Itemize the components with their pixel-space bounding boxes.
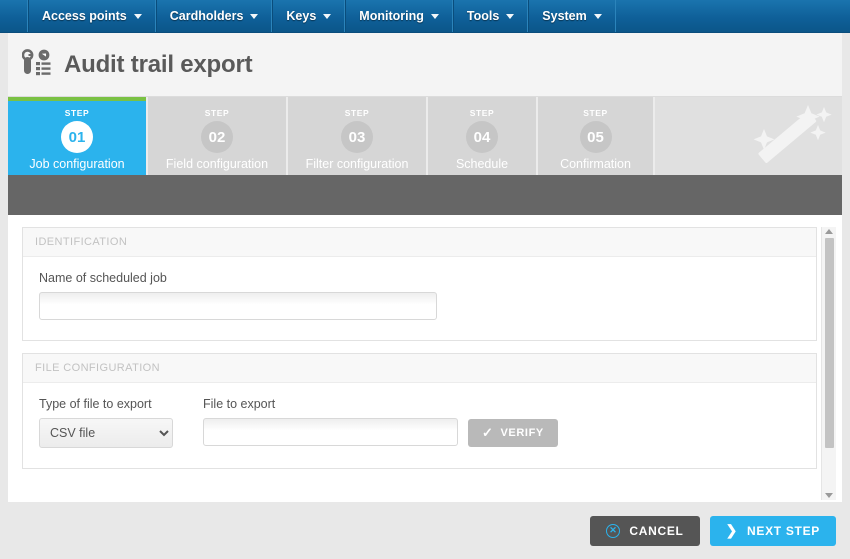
nav-item-label: Tools — [466, 9, 500, 23]
circle-x-icon: ✕ — [606, 523, 621, 538]
file-configuration-panel: FILE CONFIGURATION Type of file to expor… — [22, 353, 817, 469]
job-name-input[interactable] — [39, 292, 437, 320]
form-panels: IDENTIFICATION Name of scheduled job FIL… — [22, 227, 817, 512]
file-to-export-input[interactable] — [203, 418, 458, 446]
identification-panel-title: IDENTIFICATION — [23, 228, 816, 257]
check-icon: ✓ — [482, 425, 494, 440]
verify-button[interactable]: ✓ VERIFY — [468, 419, 558, 447]
file-configuration-row: Type of file to export CSV file File to … — [39, 397, 800, 448]
file-input-row: ✓ VERIFY — [203, 418, 558, 447]
file-type-select[interactable]: CSV file — [39, 418, 173, 448]
next-step-button-label: NEXT STEP — [747, 523, 820, 538]
wizard-step-05[interactable]: STEP 05 Confirmation — [538, 97, 655, 175]
content-scrollbar[interactable] — [821, 227, 836, 500]
nav-item-access-points[interactable]: Access points — [28, 0, 156, 32]
step-kicker: STEP — [204, 108, 230, 118]
step-number: 02 — [201, 121, 233, 153]
nav-item-system[interactable]: System — [528, 0, 616, 32]
step-number: 04 — [466, 121, 498, 153]
main-navigation-bar: Access points Cardholders Keys Monitorin… — [0, 0, 850, 33]
magic-wand-icon — [753, 105, 832, 163]
step-number: 01 — [61, 121, 93, 153]
step-kicker: STEP — [469, 108, 495, 118]
secondary-toolbar — [8, 175, 842, 215]
file-to-export-group: File to export ✓ VERIFY — [203, 397, 558, 447]
identification-panel-body: Name of scheduled job — [23, 257, 816, 340]
nav-item-tools[interactable]: Tools — [452, 0, 529, 32]
key-list-export-icon — [22, 48, 51, 75]
step-kicker: STEP — [64, 108, 90, 118]
wizard-step-04[interactable]: STEP 04 Schedule — [428, 97, 538, 175]
identification-panel: IDENTIFICATION Name of scheduled job — [22, 227, 817, 341]
step-label: Confirmation — [560, 157, 631, 171]
file-type-group: Type of file to export CSV file — [39, 397, 173, 448]
wizard-step-02[interactable]: STEP 02 Field configuration — [148, 97, 288, 175]
next-step-button[interactable]: ❯ NEXT STEP — [709, 515, 836, 546]
nav-item-cardholders[interactable]: Cardholders — [155, 0, 273, 32]
nav-item-keys[interactable]: Keys — [272, 0, 346, 32]
step-number: 03 — [341, 121, 373, 153]
chevron-down-icon — [506, 13, 515, 19]
nav-item-label: Access points — [42, 9, 127, 23]
footer-actions: ✕ CANCEL ❯ NEXT STEP — [0, 502, 850, 559]
step-label: Job configuration — [29, 157, 125, 171]
scrollbar-thumb[interactable] — [824, 238, 834, 448]
chevron-down-icon — [593, 13, 602, 19]
chevron-down-icon — [430, 13, 439, 19]
step-kicker: STEP — [583, 108, 608, 118]
wizard-decoration-area — [655, 97, 842, 175]
nav-item-monitoring[interactable]: Monitoring — [345, 0, 453, 32]
page-title: Audit trail export — [64, 50, 253, 78]
file-configuration-panel-body: Type of file to export CSV file File to … — [23, 383, 816, 468]
wizard-step-03[interactable]: STEP 03 Filter configuration — [288, 97, 428, 175]
nav-empty-area — [616, 0, 850, 32]
verify-button-label: VERIFY — [500, 427, 544, 439]
cancel-button-label: CANCEL — [629, 523, 684, 538]
wizard-step-01[interactable]: STEP 01 Job configuration — [8, 97, 148, 175]
step-kicker: STEP — [344, 108, 370, 118]
nav-item-label: Cardholders — [169, 9, 244, 23]
step-label: Schedule — [455, 157, 509, 171]
cancel-button[interactable]: ✕ CANCEL — [590, 515, 700, 546]
content-area: IDENTIFICATION Name of scheduled job FIL… — [8, 215, 842, 512]
scrollbar-track[interactable] — [822, 234, 836, 493]
application-window: Access points Cardholders Keys Monitorin… — [0, 0, 850, 559]
file-to-export-label: File to export — [203, 397, 276, 411]
step-label: Filter configuration — [305, 157, 409, 171]
nav-item-label: Monitoring — [359, 9, 424, 23]
nav-item-label: System — [542, 9, 587, 23]
step-number: 05 — [579, 121, 612, 153]
file-configuration-panel-title: FILE CONFIGURATION — [23, 354, 816, 383]
nav-item-label: Keys — [286, 9, 317, 23]
chevron-right-icon: ❯ — [725, 522, 739, 538]
page-header: Audit trail export — [8, 33, 842, 97]
job-name-label: Name of scheduled job — [39, 271, 167, 285]
chevron-down-icon — [323, 13, 332, 19]
triangle-down-icon[interactable] — [825, 493, 833, 498]
nav-left-spacer — [0, 0, 28, 32]
step-wizard: STEP 01 Job configuration STEP 02 Field … — [8, 97, 842, 175]
chevron-down-icon — [133, 13, 142, 19]
file-type-label: Type of file to export — [39, 397, 152, 411]
chevron-down-icon — [250, 13, 259, 19]
step-label: Field configuration — [165, 157, 269, 171]
